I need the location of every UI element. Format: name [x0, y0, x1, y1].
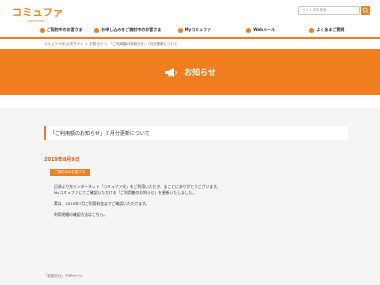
nav-item-webmail[interactable]: Webメール [228, 24, 294, 36]
nav-label: Webメール [253, 27, 276, 32]
nav-item-prospects[interactable]: お申し込みをご検討中のお客さま [94, 24, 161, 36]
category-badge: ご契約中のお客さま [50, 169, 90, 176]
nav-label: Myコミュファ [184, 27, 212, 32]
question-icon [309, 27, 315, 33]
article-date: 2019年8月9日 [44, 157, 80, 163]
logo-text: コミュファ [12, 8, 64, 19]
document-icon [94, 27, 100, 33]
megaphone-icon [165, 67, 177, 77]
news-top-link[interactable]: 「お知らせ」TOPページ [44, 274, 82, 279]
nav-item-subscribers[interactable]: ご契約中のお客さま [28, 24, 94, 36]
mail-icon [246, 27, 252, 33]
page-title: お知らせ [184, 67, 216, 77]
nav-item-faq[interactable]: よくあるご質問 [294, 24, 360, 36]
site-header: コミュファ commufa サイト内を検索 [0, 0, 380, 24]
body-paragraph[interactable]: 利用明細の確認方法はこちら。 [54, 212, 344, 218]
user-icon [39, 27, 45, 33]
nav-label: お申し込みをご検討中のお客さま [101, 27, 162, 32]
main-nav: ご契約中のお客さま お申し込みをご検討中のお客さま Myコミュファ Webメール… [28, 24, 360, 36]
logo-subtext: commufa [28, 19, 45, 23]
nav-label: ご契約中のお客さま [46, 27, 83, 32]
nav-divider [0, 37, 380, 39]
page-banner: お知らせ [0, 49, 380, 95]
lock-icon [177, 27, 183, 33]
article-headline: 「ご利用額のお知らせ」７月分更新について [44, 126, 348, 140]
nav-label: よくあるご質問 [316, 27, 345, 32]
breadcrumb[interactable]: コミュファ光 公式サイト ＞ お知らせ ＞ 「ご利用額のお知らせ」7月分更新につ… [44, 42, 178, 47]
nav-item-my-commufa[interactable]: Myコミュファ [161, 24, 227, 36]
search-icon[interactable] [361, 6, 370, 15]
commufa-logo[interactable]: コミュファ commufa [12, 3, 64, 24]
article-body: 日頃より光インターネット「コミュファ光」をご利用いただき、まことにありがとうござ… [54, 184, 344, 217]
search-input[interactable]: サイト内を検索 [298, 6, 360, 15]
article-panel: 「ご利用額のお知らせ」７月分更新について 2019年8月9日 ご契約中のお客さま… [0, 108, 380, 285]
